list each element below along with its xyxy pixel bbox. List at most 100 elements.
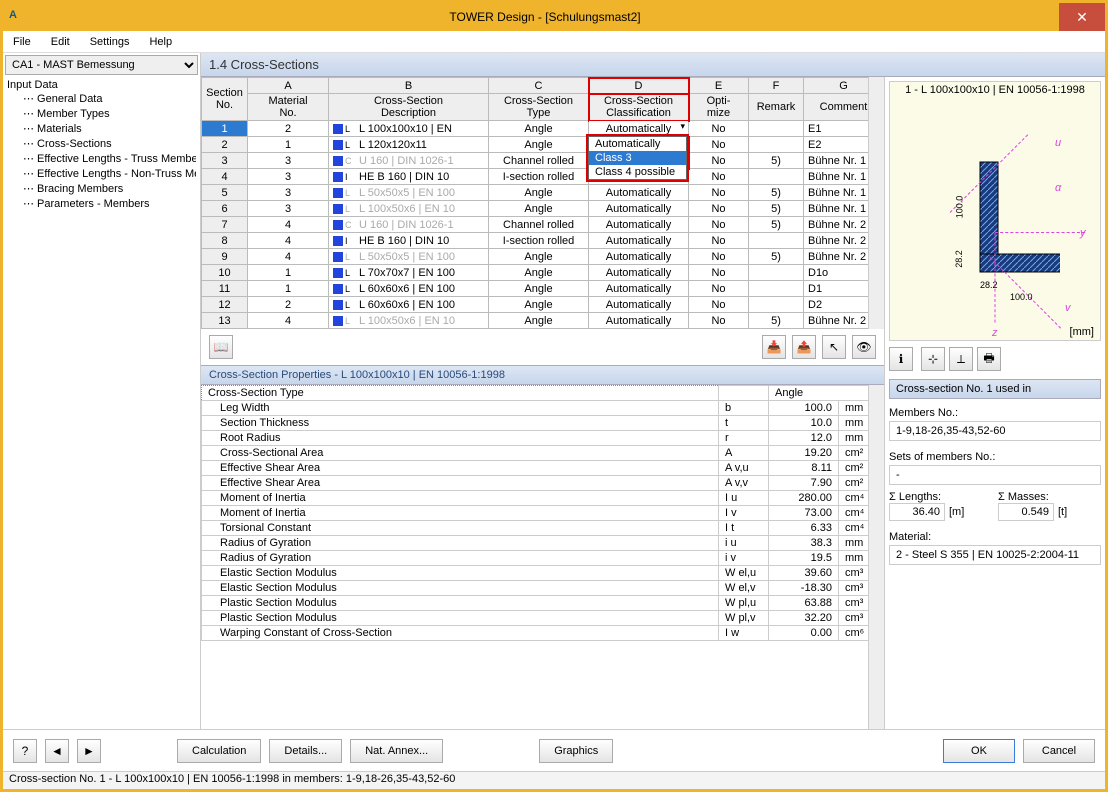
table-row[interactable]: 122LL 60x60x6 | EN 100AngleAutomatically… [202,297,884,313]
dim-2: 28.2 [954,250,964,268]
table-row[interactable]: 63LL 100x50x6 | EN 10AngleAutomaticallyN… [202,201,884,217]
titlebar: A TOWER Design - [Schulungsmast2] ✕ [3,3,1105,31]
graphics-button[interactable]: Graphics [539,739,613,763]
help-button[interactable]: ? [13,739,37,763]
sets-label: Sets of members No.: [889,451,1101,463]
app-icon: A [9,9,25,25]
axis-z: z [992,327,998,339]
members-label: Members No.: [889,407,1101,419]
prop-row: Cross-Section TypeAngle [202,386,884,401]
prop-row: Elastic Section ModulusW el,u39.60cm³ [202,566,884,581]
table-scrollbar[interactable] [868,77,884,329]
status-bar: Cross-section No. 1 - L 100x100x10 | EN … [3,771,1105,789]
table-row[interactable]: 134LL 100x50x6 | EN 10AngleAutomatically… [202,313,884,329]
masses-label: Σ Masses: [998,491,1101,503]
prop-row: Moment of InertiaI v73.00cm⁴ [202,506,884,521]
import-button[interactable]: 📥 [762,335,786,359]
usage-header: Cross-section No. 1 used in [889,379,1101,399]
members-value: 1-9,18-26,35-43,52-60 [889,421,1101,441]
window-title: TOWER Design - [Schulungsmast2] [31,10,1059,24]
tree-item[interactable]: ⋯ Bracing Members [7,181,196,196]
prev-button[interactable]: ◄ [45,739,69,763]
properties-table[interactable]: Cross-Section TypeAngleLeg Widthb100.0mm… [201,385,884,729]
axis-u: u [1055,137,1061,149]
prop-row: Plastic Section ModulusW pl,v32.20cm³ [202,611,884,626]
project-select[interactable]: CA1 - MAST Bemessung [5,55,198,75]
tree-item[interactable]: ⋯ Effective Lengths - Non-Truss Members [7,166,196,181]
cancel-button[interactable]: Cancel [1023,739,1095,763]
sidebar: CA1 - MAST Bemessung Input Data ⋯ Genera… [3,53,201,729]
info-button[interactable]: ℹ [889,347,913,371]
preview-unit: [mm] [1070,326,1094,338]
tree-item[interactable]: ⋯ Cross-Sections [7,136,196,151]
lengths-label: Σ Lengths: [889,491,992,503]
prop-row: Torsional ConstantI t6.33cm⁴ [202,521,884,536]
tree-item[interactable]: ⋯ Member Types [7,106,196,121]
dim-4: 100.0 [1010,292,1033,302]
prop-row: Radius of Gyrationi v19.5mm [202,551,884,566]
prop-row: Leg Widthb100.0mm [202,401,884,416]
properties-header: Cross-Section Properties - L 100x100x10 … [201,365,884,385]
table-row[interactable]: 74CU 160 | DIN 1026-1Channel rolledAutom… [202,217,884,233]
menubar: File Edit Settings Help [3,31,1105,53]
material-value: 2 - Steel S 355 | EN 10025-2:2004-11 [889,545,1101,565]
table-row[interactable]: 84IHE B 160 | DIN 10I-section rolledAuto… [202,233,884,249]
prop-row: Effective Shear AreaA v,u8.11cm² [202,461,884,476]
table-row[interactable]: 101LL 70x70x7 | EN 100AngleAutomatically… [202,265,884,281]
details-button[interactable]: Details... [269,739,342,763]
classification-dropdown[interactable]: AutomaticallyAutomaticallyClass 3Class 4… [589,121,689,137]
tree-item[interactable]: ⋯ Parameters - Members [7,196,196,211]
table-row[interactable]: 53LL 50x50x5 | EN 100AngleAutomaticallyN… [202,185,884,201]
table-row[interactable]: 12LL 100x100x10 | ENAngleAutomaticallyAu… [202,121,884,137]
preview-title: 1 - L 100x100x10 | EN 10056-1:1998 [890,84,1100,96]
preview-toolbar: ℹ ⊹ ⟂ 🖶 [889,345,1101,373]
prop-row: Cross-Sectional AreaA19.20cm² [202,446,884,461]
table-row[interactable]: 43IHE B 160 | DIN 10I-section rolledNoBü… [202,169,884,185]
library-button[interactable]: 📖 [209,335,233,359]
next-button[interactable]: ► [77,739,101,763]
tree-item[interactable]: ⋯ General Data [7,91,196,106]
menu-settings[interactable]: Settings [86,34,134,50]
menu-help[interactable]: Help [145,34,176,50]
footer: ? ◄ ► Calculation Details... Nat. Annex.… [3,729,1105,771]
page-title: 1.4 Cross-Sections [201,53,1105,77]
ok-button[interactable]: OK [943,739,1015,763]
axes-button[interactable]: ⊹ [921,347,945,371]
tree-item[interactable]: ⋯ Effective Lengths - Truss Members [7,151,196,166]
lengths-unit: [m] [949,506,964,518]
props-scrollbar[interactable] [868,385,884,729]
prop-row: Plastic Section ModulusW pl,u63.88cm³ [202,596,884,611]
table-row[interactable]: 111LL 60x60x6 | EN 100AngleAutomatically… [202,281,884,297]
section-preview: 1 - L 100x100x10 | EN 10056-1:1998 u y v… [889,81,1101,341]
prop-row: Elastic Section ModulusW el,v-18.30cm³ [202,581,884,596]
prop-row: Warping Constant of Cross-SectionI w0.00… [202,626,884,641]
calculation-button[interactable]: Calculation [177,739,261,763]
dim-1: 100.0 [954,196,964,219]
material-label: Material: [889,531,1101,543]
close-button[interactable]: ✕ [1059,3,1105,31]
view-button[interactable]: 👁 [852,335,876,359]
table-row[interactable]: 33CU 160 | DIN 1026-1Channel rolledNo5)B… [202,153,884,169]
prop-row: Root Radiusr12.0mm [202,431,884,446]
masses-value: 0.549 [998,503,1054,521]
print-button[interactable]: 🖶 [977,347,1001,371]
masses-unit: [t] [1058,506,1067,518]
table-row[interactable]: 94LL 50x50x5 | EN 100AngleAutomaticallyN… [202,249,884,265]
prop-row: Radius of Gyrationi u38.3mm [202,536,884,551]
export-button[interactable]: 📤 [792,335,816,359]
menu-edit[interactable]: Edit [47,34,74,50]
menu-file[interactable]: File [9,34,35,50]
lengths-value: 36.40 [889,503,945,521]
sets-value: - [889,465,1101,485]
cross-sections-table[interactable]: SectionNo.ABCDEFGMaterialNo.Cross-Sectio… [201,77,884,329]
dimensions-button[interactable]: ⟂ [949,347,973,371]
axis-y: y [1080,227,1086,239]
pick-button[interactable]: ↖ [822,335,846,359]
tree-item[interactable]: ⋯ Materials [7,121,196,136]
nav-tree: Input Data ⋯ General Data⋯ Member Types⋯… [3,77,200,729]
tree-root[interactable]: Input Data [7,79,196,91]
table-row[interactable]: 21LL 120x120x11AngleNoE2 [202,137,884,153]
nat-annex-button[interactable]: Nat. Annex... [350,739,443,763]
prop-row: Section Thicknesst10.0mm [202,416,884,431]
app-window: A TOWER Design - [Schulungsmast2] ✕ File… [0,0,1108,792]
